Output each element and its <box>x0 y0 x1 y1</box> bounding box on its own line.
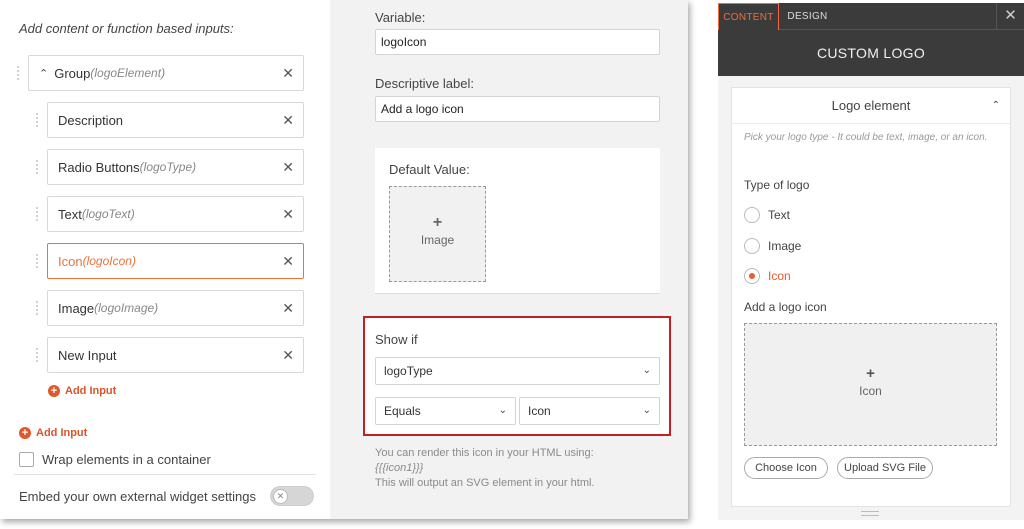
chevron-up-icon[interactable]: ⌃ <box>992 88 1000 124</box>
group-label: Group <box>54 65 91 81</box>
logo-element-title: Logo element <box>831 98 911 113</box>
type-of-logo-label: Type of logo <box>744 178 810 192</box>
remove-icon[interactable]: ✕ <box>282 112 294 129</box>
radio-option-text[interactable]: Text <box>744 207 790 223</box>
embed-settings-label: Embed your own external widget settings <box>19 489 257 504</box>
logo-type-description: Pick your logo type - It could be text, … <box>744 132 988 143</box>
wrap-elements-option[interactable]: Wrap elements in a container <box>19 452 211 467</box>
radio-option-image[interactable]: Image <box>744 238 801 254</box>
input-item-text[interactable]: Text (logoText) ✕ <box>47 196 304 232</box>
radio-option-icon[interactable]: Icon <box>744 268 791 284</box>
remove-icon[interactable]: ✕ <box>282 300 294 317</box>
default-value-label: Default Value: <box>389 162 470 177</box>
descriptive-label-label: Descriptive label: <box>375 76 474 91</box>
choose-icon-button[interactable]: Choose Icon <box>744 457 828 479</box>
resize-grip-icon[interactable] <box>861 511 879 516</box>
plus-icon: + <box>432 214 443 231</box>
drag-handle-icon[interactable] <box>36 252 42 270</box>
icon-dropzone-label: Icon <box>859 384 882 398</box>
default-image-dropzone[interactable]: + Image <box>389 186 486 282</box>
render-hint-line3: This will output an SVG element in your … <box>375 477 595 489</box>
collapse-icon[interactable]: ⌃ <box>39 67 48 80</box>
tab-content[interactable]: CONTENT <box>718 3 779 30</box>
image-dropzone-label: Image <box>420 233 455 247</box>
chevron-down-icon: ⌄ <box>642 365 651 376</box>
icon-dropzone[interactable]: + Icon <box>744 323 997 446</box>
input-item-label: Text <box>58 206 82 222</box>
toggle-off-icon: ✕ <box>273 489 288 504</box>
add-input-label: Add Input <box>36 427 88 439</box>
chevron-down-icon: ⌄ <box>642 405 651 416</box>
render-hint-line1: You can render this icon in your HTML us… <box>375 447 594 459</box>
input-item-icon[interactable]: Icon (logoIcon) ✕ <box>47 243 304 279</box>
show-if-operator-select[interactable]: Equals ⌄ <box>375 397 516 425</box>
add-input-in-group-button[interactable]: + Add Input <box>48 385 116 397</box>
group-item[interactable]: ⌃ Group (logoElement) ✕ <box>28 55 304 91</box>
embed-settings-toggle[interactable]: ✕ <box>270 486 314 506</box>
render-hint-code: {{{icon1}}} <box>375 462 424 474</box>
input-item-image[interactable]: Image (logoImage) ✕ <box>47 290 304 326</box>
drag-handle-icon[interactable] <box>36 346 42 364</box>
close-icon[interactable]: ✕ <box>996 3 1024 30</box>
drag-handle-icon[interactable] <box>36 111 42 129</box>
upload-svg-button[interactable]: Upload SVG File <box>837 457 933 479</box>
input-item-label: New Input <box>58 347 117 363</box>
radio-button-selected[interactable] <box>744 268 760 284</box>
plus-circle-icon: + <box>19 427 31 439</box>
drag-handle-icon[interactable] <box>17 64 23 82</box>
tab-design[interactable]: DESIGN <box>779 3 836 30</box>
remove-icon[interactable]: ✕ <box>282 206 294 223</box>
radio-button[interactable] <box>744 207 760 223</box>
variable-label: Variable: <box>375 10 426 25</box>
add-logo-icon-label: Add a logo icon <box>744 300 827 314</box>
show-if-label: Show if <box>375 332 418 347</box>
chevron-down-icon: ⌄ <box>498 405 507 416</box>
wrap-elements-label: Wrap elements in a container <box>42 452 211 467</box>
wrap-elements-checkbox[interactable] <box>19 452 34 467</box>
panel-title: CUSTOM LOGO <box>718 30 1024 76</box>
add-input-button[interactable]: + Add Input <box>19 427 87 439</box>
input-item-variable: (logoText) <box>81 207 135 221</box>
logo-element-header[interactable]: Logo element ⌃ <box>732 88 1010 124</box>
input-item-new-input[interactable]: New Input ✕ <box>47 337 304 373</box>
preview-panel: CONTENT DESIGN ✕ CUSTOM LOGO Logo elemen… <box>718 3 1024 520</box>
show-if-operator-value: Equals <box>384 404 421 418</box>
input-item-label: Radio Buttons <box>58 159 140 175</box>
show-if-field-select[interactable]: logoType ⌄ <box>375 357 660 385</box>
drag-handle-icon[interactable] <box>36 158 42 176</box>
remove-icon[interactable]: ✕ <box>282 347 294 364</box>
radio-option-label: Image <box>768 239 802 253</box>
input-item-radio-buttons[interactable]: Radio Buttons (logoType) ✕ <box>47 149 304 185</box>
input-item-variable: (logoType) <box>139 160 197 174</box>
panel-tabs: CONTENT DESIGN ✕ <box>718 3 1024 30</box>
group-variable: (logoElement) <box>90 66 166 80</box>
screen: Add content or function based inputs: ⌃ … <box>0 0 1024 529</box>
radio-button[interactable] <box>744 238 760 254</box>
input-item-description[interactable]: Description ✕ <box>47 102 304 138</box>
input-item-label: Image <box>58 300 95 316</box>
radio-option-label: Icon <box>768 269 791 283</box>
input-item-variable: (logoImage) <box>94 301 159 315</box>
variable-input[interactable]: logoIcon <box>375 29 660 55</box>
input-item-variable: (logoIcon) <box>82 254 136 268</box>
input-item-label: Icon <box>58 253 83 269</box>
drag-handle-icon[interactable] <box>36 299 42 317</box>
logo-element-card: Logo element ⌃ Pick your logo type - It … <box>731 87 1011 507</box>
plus-icon: + <box>866 365 875 382</box>
remove-icon[interactable]: ✕ <box>282 65 294 82</box>
remove-icon[interactable]: ✕ <box>282 159 294 176</box>
inputs-heading: Add content or function based inputs: <box>19 21 234 36</box>
radio-option-label: Text <box>768 208 791 222</box>
plus-circle-icon: + <box>48 385 60 397</box>
show-if-value-select[interactable]: Icon ⌄ <box>519 397 660 425</box>
descriptive-label-input[interactable]: Add a logo icon <box>375 96 660 122</box>
remove-icon[interactable]: ✕ <box>282 253 294 270</box>
show-if-field-value: logoType <box>384 364 433 378</box>
input-item-label: Description <box>58 112 124 128</box>
add-input-label: Add Input <box>65 385 117 397</box>
show-if-value-value: Icon <box>528 404 551 418</box>
inputs-column: Add content or function based inputs: ⌃ … <box>0 0 330 519</box>
divider <box>14 474 316 475</box>
drag-handle-icon[interactable] <box>36 205 42 223</box>
